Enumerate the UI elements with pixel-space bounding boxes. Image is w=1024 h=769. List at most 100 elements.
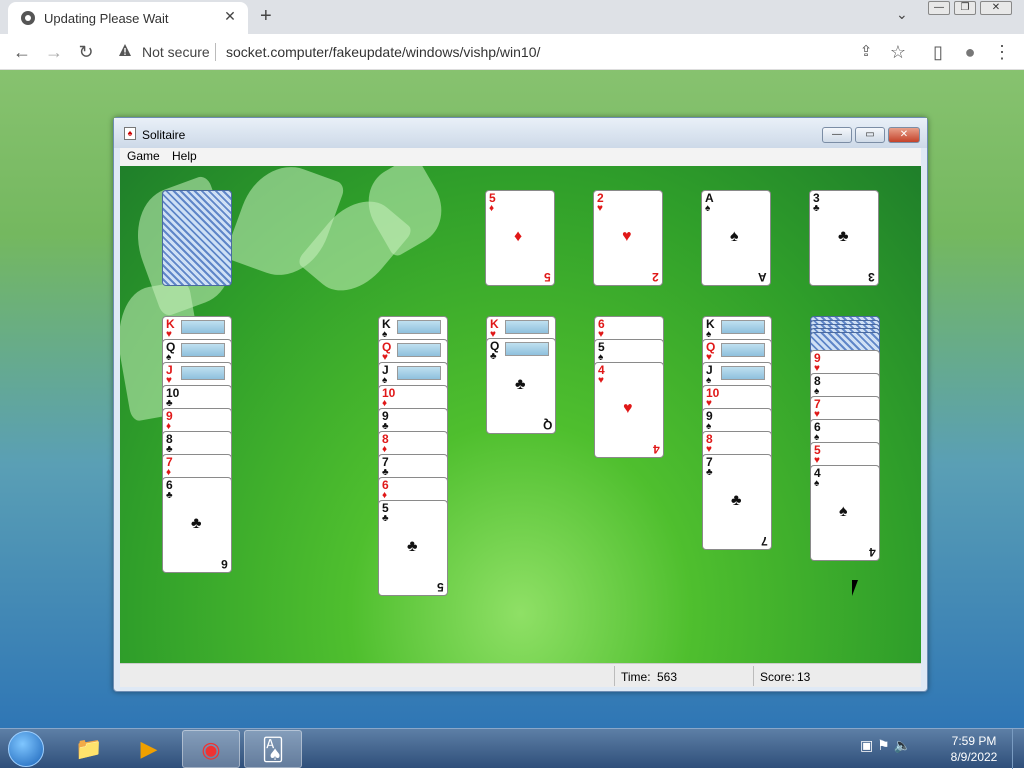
status-divider [753, 666, 754, 686]
face-card-art [397, 366, 441, 380]
bookmark-star-icon[interactable]: ☆ [888, 42, 908, 63]
share-icon[interactable]: ⇪ [856, 42, 876, 60]
card-suit-icon: ♥ [598, 375, 604, 386]
profile-icon[interactable]: ● [960, 42, 980, 63]
face-card-art [181, 343, 225, 357]
show-desktop-button[interactable] [1012, 729, 1024, 769]
card-suit-icon: ♣ [166, 490, 173, 501]
security-label[interactable]: Not secure [142, 44, 210, 60]
window-title: Solitaire [142, 128, 186, 142]
divider [215, 43, 216, 61]
card-rank-bottom: 3 [868, 270, 875, 284]
card-pip-icon: ♥ [622, 228, 632, 245]
card-rank-bottom: 7 [761, 534, 768, 548]
forward-icon[interactable]: → [44, 42, 64, 63]
card-pip-icon: ♦ [514, 228, 523, 245]
menu-icon[interactable]: ⋮ [992, 42, 1012, 63]
face-card-art [721, 366, 765, 380]
face-card-art [721, 320, 765, 334]
face-card-art [397, 320, 441, 334]
url-text[interactable]: socket.computer/fakeupdate/windows/vishp… [226, 44, 540, 60]
taskbar: 📁 ▶ ◉ 🂡 ▣ ⚑ 🔈 7:59 PM 8/9/2022 [0, 728, 1024, 769]
menu-help[interactable]: Help [172, 149, 197, 163]
card-suit-icon: ♦ [489, 203, 495, 214]
solitaire-window: ♠ Solitaire — ▭ ✕ Game Help 5 ♦ 5 ♦ 2 ♥ 2 ♥ A ♠ A ♠… [113, 117, 928, 692]
close-button[interactable]: ✕ [980, 1, 1012, 15]
reload-icon[interactable]: ↻ [76, 42, 96, 63]
tableau-card[interactable]: 7♣7♣ [702, 454, 772, 550]
app-favicon-icon [21, 11, 35, 25]
tableau-card[interactable]: 4 ♠ 4 ♠ [810, 465, 880, 561]
media-player-icon[interactable]: ▶ [120, 730, 178, 768]
side-panel-icon[interactable]: ▯ [928, 42, 948, 63]
card-pip-icon: ♥ [623, 400, 633, 417]
browser-chrome: Updating Please Wait ✕ + ⌄ — ❐ ✕ ← → ↻ N… [0, 0, 1024, 70]
face-card-art [397, 343, 441, 357]
card-rank-bottom: Q [542, 418, 552, 432]
foundation-card[interactable]: 2 ♥ 2 ♥ [593, 190, 663, 286]
start-button[interactable] [8, 731, 44, 767]
tab-title: Updating Please Wait [44, 11, 169, 26]
status-bar: Time: 563 Score: 13 [120, 663, 921, 687]
time-label: Time: [621, 670, 651, 684]
back-icon[interactable]: ← [12, 42, 32, 63]
menu-game[interactable]: Game [127, 149, 160, 163]
minimize-button[interactable]: — [928, 1, 950, 15]
tableau-card[interactable]: 5 ♣ 5 ♣ [378, 500, 448, 596]
card-suit-icon: ♥ [597, 203, 603, 214]
card-rank-bottom: 4 [869, 545, 876, 559]
clock-date: 8/9/2022 [950, 750, 998, 764]
score-label: Score: [760, 670, 795, 684]
time-value: 563 [657, 670, 678, 684]
card-suit-icon: ♠ [814, 478, 820, 489]
tab-search-icon[interactable]: ⌄ [896, 6, 908, 23]
browser-tab[interactable]: Updating Please Wait ✕ [8, 2, 248, 34]
tableau-card[interactable]: Q ♣ Q ♣ [486, 338, 556, 434]
card-pip-icon: ♣ [407, 538, 418, 555]
clock-time: 7:59 PM [951, 734, 997, 748]
face-card-art [505, 320, 549, 334]
card-rank-bottom: 4 [653, 442, 660, 456]
card-suit-icon: ♣ [382, 513, 389, 524]
new-tab-button[interactable]: + [260, 5, 272, 28]
card-rank-bottom: A [758, 270, 767, 284]
mouse-cursor-icon [852, 580, 864, 596]
card-rank-bottom: 5 [437, 580, 444, 594]
restore-button[interactable]: ❐ [954, 1, 976, 15]
status-divider [614, 666, 615, 686]
card-rank-bottom: 2 [652, 270, 659, 284]
window-maximize-button[interactable]: ▭ [855, 127, 885, 143]
card-pip-icon: ♣ [731, 492, 742, 509]
browser-toolbar: ← → ↻ Not secure socket.computer/fakeupd… [0, 34, 1024, 70]
game-board[interactable]: 5♦5♦2♥2♥A♠A♠3♣3♣K♥K♥Q♠Q♠J♥J♥10♣10♣9♦9♦8♣… [120, 166, 921, 663]
solitaire-taskbar-icon[interactable]: 🂡 [244, 730, 302, 768]
tableau-card[interactable]: 6 ♣ 6 ♣ [162, 477, 232, 573]
face-card-art [721, 343, 765, 357]
window-titlebar[interactable]: ♠ Solitaire — ▭ ✕ [114, 118, 927, 148]
card-suit-icon: ♣ [706, 467, 713, 478]
menu-bar: Game Help [120, 148, 921, 166]
face-card-art [181, 320, 225, 334]
foundation-card[interactable]: 3 ♣ 3 ♣ [809, 190, 879, 286]
warning-icon [119, 44, 131, 56]
solitaire-app-icon: ♠ [124, 127, 136, 140]
card-rank-bottom: 6 [221, 557, 228, 571]
card-suit-icon: ♠ [705, 203, 711, 214]
chrome-taskbar-icon[interactable]: ◉ [182, 730, 240, 768]
address-bar[interactable]: Not secure socket.computer/fakeupdate/wi… [112, 37, 912, 67]
card-suit-icon: ♣ [490, 351, 497, 362]
tableau-card[interactable]: 4 ♥ 4 ♥ [594, 362, 664, 458]
tab-close-icon[interactable]: ✕ [220, 8, 240, 25]
score-value: 13 [797, 670, 811, 684]
window-close-button[interactable]: ✕ [888, 127, 920, 143]
card-pip-icon: ♠ [839, 503, 848, 520]
system-tray[interactable]: ▣ ⚑ 🔈 [860, 737, 911, 754]
clock[interactable]: 7:59 PM 8/9/2022 [944, 733, 1004, 765]
card-pip-icon: ♠ [730, 228, 739, 245]
stock-pile[interactable] [162, 190, 232, 286]
window-minimize-button[interactable]: — [822, 127, 852, 143]
foundation-card[interactable]: A ♠ A ♠ [701, 190, 771, 286]
file-explorer-icon[interactable]: 📁 [60, 730, 118, 768]
foundation-card[interactable]: 5 ♦ 5 ♦ [485, 190, 555, 286]
card-pip-icon: ♣ [191, 515, 202, 532]
